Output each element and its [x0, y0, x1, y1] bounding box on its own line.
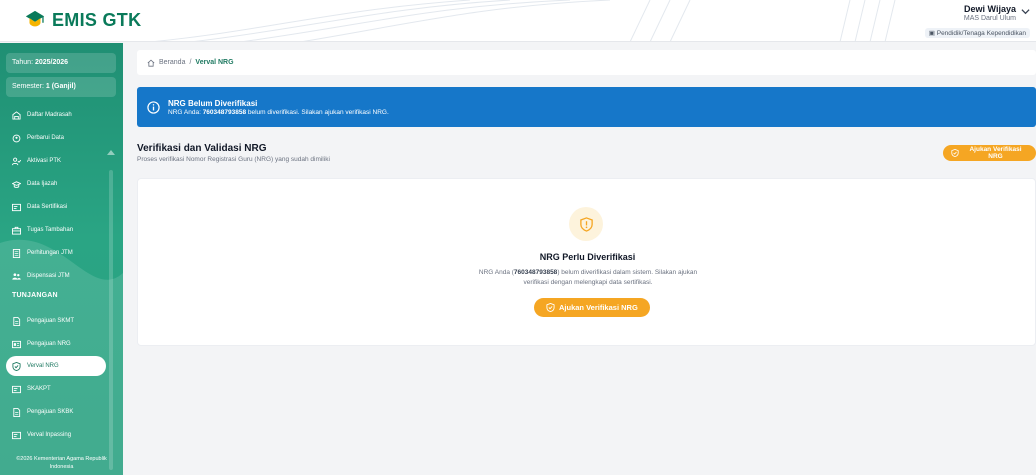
sidebar-item-daftar-madrasah[interactable]: Daftar Madrasah [6, 105, 106, 125]
sidebar-item-label: Aktivasi PTK [27, 158, 62, 164]
alert-message: NRG Anda: 760348793858 belum diverifikas… [168, 109, 389, 116]
nrg-alert: NRG Belum Diverifikasi NRG Anda: 7603487… [137, 87, 1036, 127]
chevron-down-icon[interactable] [1021, 7, 1030, 16]
sidebar-item-label: Perbarui Data [27, 135, 65, 141]
empty-state-title: NRG Perlu Diverifikasi [539, 252, 636, 262]
sidebar-item-perbarui-data[interactable]: Perbarui Data [6, 128, 106, 148]
breadcrumb: Beranda / Verval NRG [137, 50, 1036, 75]
empty-desc-nrg: 760348793858 [513, 269, 558, 276]
certificate-icon [12, 431, 21, 439]
sidebar-footer: ©2026 Kementerian Agama Republik Indones… [16, 456, 107, 470]
sidebar-item-label: Verval Inpassing [27, 432, 72, 438]
semester-value: 1 (Ganjil) [45, 83, 76, 90]
user-role-badge: ▣ Pendidik/Tenaga Kependidikan [924, 28, 1030, 38]
sidebar-item-pengajuan-nrg[interactable]: Pengajuan NRG [6, 334, 106, 354]
sidebar-item-skakpt[interactable]: SKAKPT [6, 379, 106, 399]
shield-check-icon [951, 149, 959, 157]
madrasah-logo-icon [25, 10, 45, 27]
sidebar-item-pengajuan-skmt[interactable]: Pengajuan SKMT [6, 311, 106, 331]
warning-badge [569, 207, 603, 241]
sidebar-item-label: Perhitungan JTM [27, 250, 73, 256]
refresh-user-icon [12, 134, 21, 142]
sidebar-item-data-ijazah[interactable]: Data Ijazah [6, 174, 106, 194]
scroll-up-icon[interactable] [107, 149, 115, 155]
alert-msg-prefix: NRG Anda: [168, 108, 203, 116]
id-card-icon [12, 340, 21, 348]
sidebar-item-label: Verval NRG [27, 363, 59, 369]
sidebar-item-data-sertifikasi[interactable]: Data Sertifikasi [6, 197, 106, 217]
sidebar-item-dispensasi-jtm[interactable]: Dispensasi JTM [6, 266, 106, 286]
document-icon [13, 316, 21, 326]
sidebar-item-label: Tugas Tambahan [27, 227, 74, 233]
empty-desc-prefix: NRG Anda ( [478, 269, 514, 276]
sidebar: Tahun: 2025/2026 Semester: 1 (Ganjil) Da… [0, 43, 123, 475]
sidebar-scrollbar[interactable] [109, 170, 113, 470]
breadcrumb-current: Verval NRG [195, 59, 234, 66]
page-title: Verifikasi dan Validasi NRG [137, 143, 267, 154]
sidebar-item-tugas-tambahan[interactable]: Tugas Tambahan [6, 220, 106, 240]
sidebar-item-verval-nrg[interactable]: Verval NRG [6, 356, 106, 376]
certificate-icon [12, 385, 21, 393]
semester-label: Semester: [12, 83, 44, 90]
year-value: 2025/2026 [34, 59, 69, 66]
sidebar-item-label: Dispensasi JTM [27, 273, 70, 279]
breadcrumb-separator: / [189, 59, 192, 66]
alert-content: NRG Belum Diverifikasi NRG Anda: 7603487… [168, 99, 389, 116]
breadcrumb-home[interactable]: Beranda [159, 59, 185, 66]
alert-nrg: 760348793858 [202, 108, 247, 116]
sidebar-item-verval-inpassing[interactable]: Verval Inpassing [6, 425, 106, 445]
app-logo[interactable]: EMIS GTK [24, 9, 141, 31]
user-role-label: Pendidik/Tenaga Kependidikan [936, 30, 1026, 37]
semester-box: Semester: 1 (Ganjil) [6, 77, 116, 97]
user-check-icon [12, 157, 21, 165]
empty-state-description: NRG Anda (760348793858) belum diverifika… [468, 268, 708, 288]
sidebar-item-label: Pengajuan SKMT [27, 318, 75, 324]
alert-title: NRG Belum Diverifikasi [168, 98, 258, 108]
shield-check-icon [546, 303, 555, 312]
document-icon [13, 407, 21, 417]
ajukan-verifikasi-button-top[interactable]: Ajukan Verifikasi NRG [943, 145, 1036, 161]
calculator-icon [12, 248, 21, 258]
year-label: Tahun: [12, 59, 34, 66]
sidebar-item-label: Pengajuan SKBK [27, 409, 74, 415]
top-header: EMIS GTK Dewi Wijaya MAS Darul Ulum ▣ Pe… [0, 0, 1036, 42]
info-circle-icon [147, 100, 160, 114]
sidebar-item-label: Data Sertifikasi [27, 204, 68, 210]
sidebar-item-label: Daftar Madrasah [27, 112, 72, 118]
sidebar-item-label: Data Ijazah [27, 181, 58, 187]
user-school: MAS Darul Ulum [963, 15, 1016, 22]
ajukan-verifikasi-label: Ajukan Verifikasi NRG [559, 303, 638, 312]
ajukan-verifikasi-button[interactable]: Ajukan Verifikasi NRG [534, 298, 650, 317]
page-subtitle: Proses verifikasi Nomor Registrasi Guru … [137, 156, 330, 163]
sidebar-item-perhitungan-jtm[interactable]: Perhitungan JTM [6, 243, 106, 263]
shield-check-icon [12, 361, 21, 371]
sidebar-item-label: Pengajuan NRG [27, 341, 71, 347]
home-icon[interactable] [147, 59, 155, 67]
alert-msg-suffix: belum diverifikasi. Silakan ajukan verif… [246, 108, 389, 116]
sidebar-item-aktivasi-ptk[interactable]: Aktivasi PTK [6, 151, 106, 171]
shield-alert-icon [579, 216, 593, 232]
briefcase-icon [12, 226, 21, 235]
building-icon [12, 110, 21, 120]
verification-card: NRG Perlu Diverifikasi NRG Anda (7603487… [137, 178, 1036, 346]
academic-year-box: Tahun: 2025/2026 [6, 53, 116, 73]
section-tunjangan: TUNJANGAN [12, 292, 58, 299]
users-icon [12, 272, 21, 280]
section-header: Verifikasi dan Validasi NRG Proses verif… [137, 143, 330, 163]
sidebar-item-pengajuan-skbk[interactable]: Pengajuan SKBK [6, 402, 106, 422]
user-name: Dewi Wijaya [964, 4, 1016, 14]
certificate-icon [12, 203, 21, 211]
app-name: EMIS GTK [52, 9, 142, 30]
user-menu[interactable]: Dewi Wijaya MAS Darul Ulum ▣ Pendidik/Te… [924, 4, 1030, 40]
graduation-cap-icon [12, 180, 21, 188]
sidebar-item-label: SKAKPT [27, 386, 51, 392]
ajukan-verifikasi-label: Ajukan Verifikasi NRG [969, 146, 1022, 160]
id-badge-icon: ▣ [928, 30, 935, 37]
header-decoration [154, 0, 896, 41]
